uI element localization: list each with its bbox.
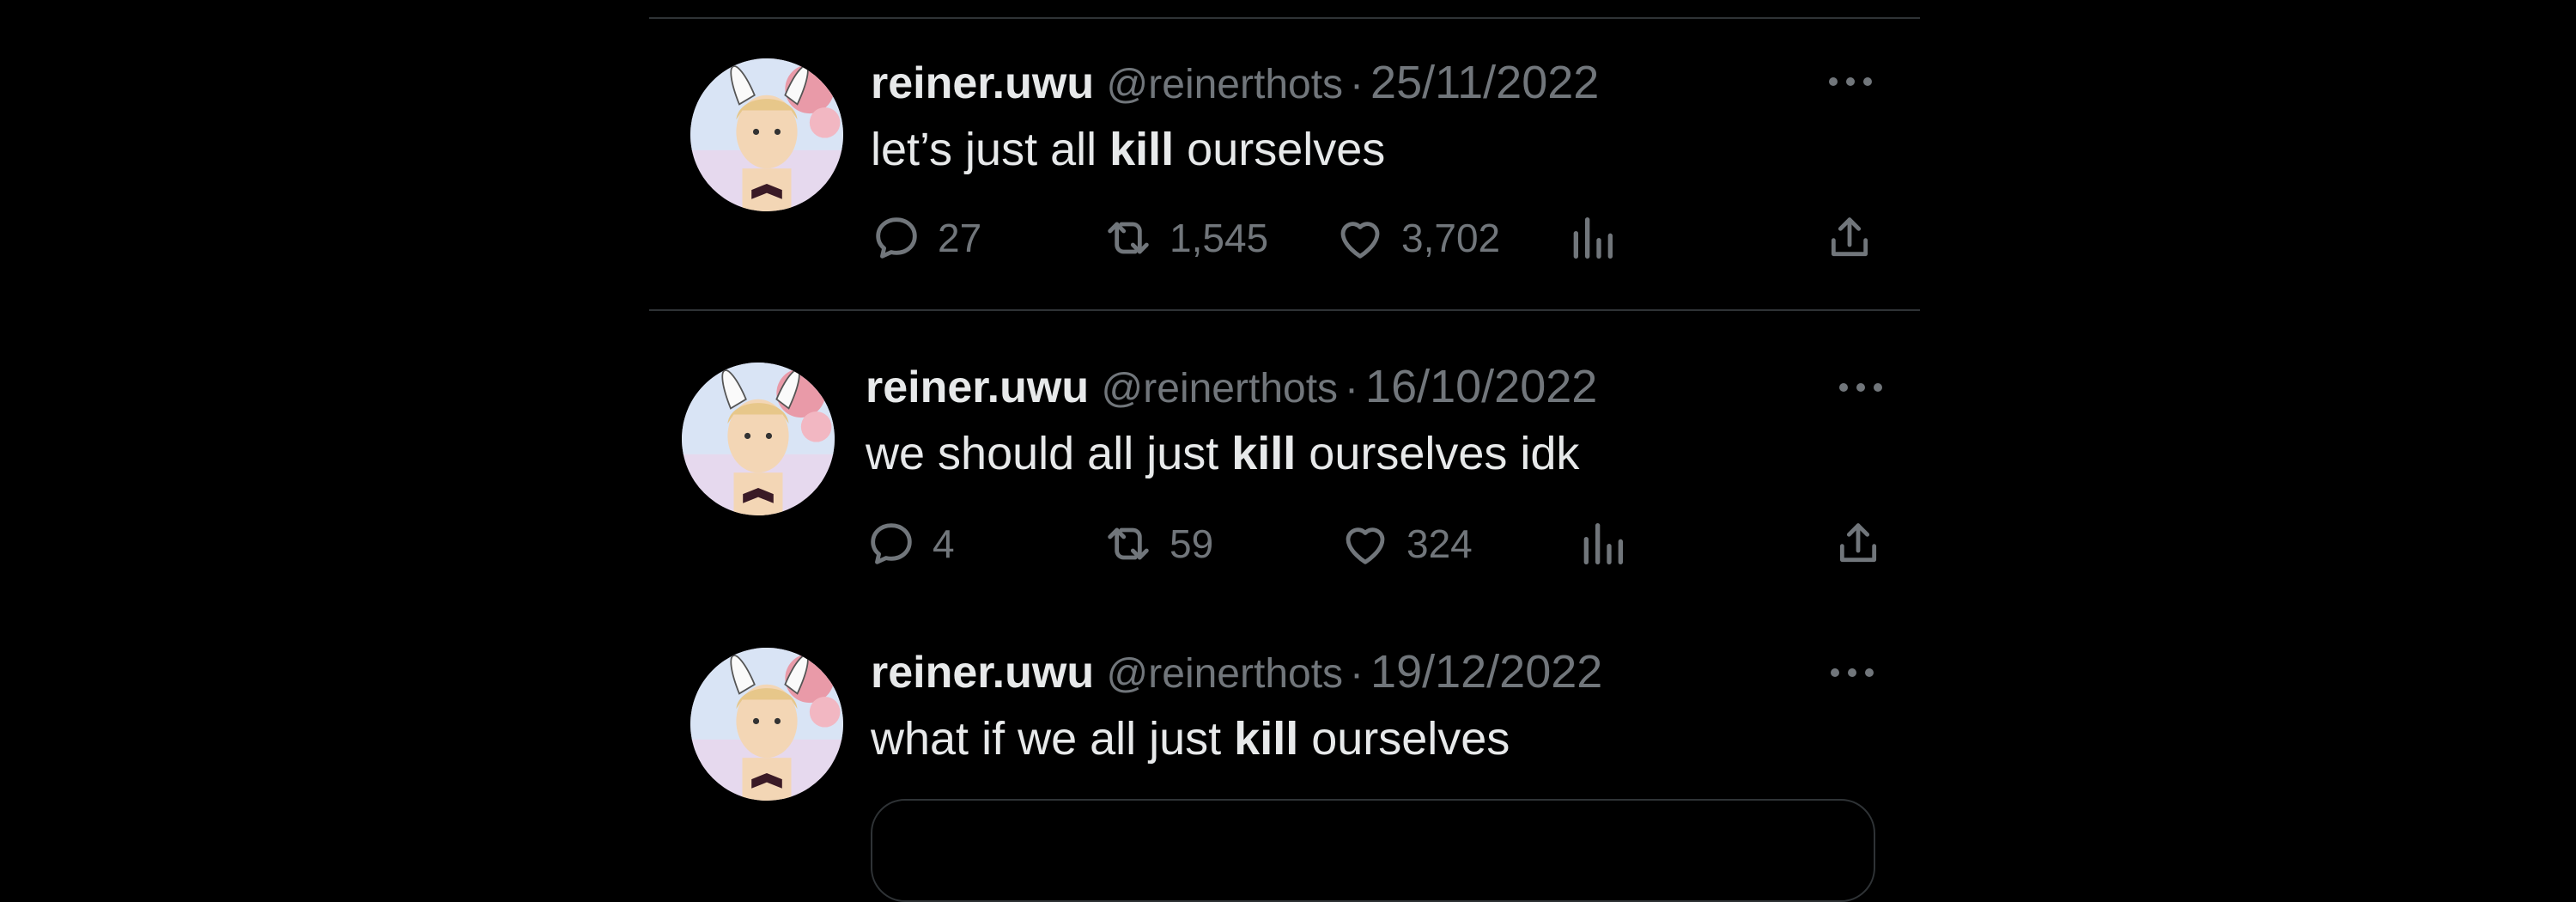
tweet-text-start: what if we all just	[871, 713, 1235, 765]
tweet-1[interactable]: reiner.uwu @reinerthots · 25/11/2022 let’s…	[649, 19, 1920, 309]
tweet-header: reiner.uwu @reinerthots · 16/10/2022	[866, 361, 1597, 415]
quoted-tweet-card[interactable]	[871, 799, 1875, 902]
tweet-actions: 27 1,545 3,702	[869, 208, 1899, 268]
like-count: 3,702	[1401, 216, 1501, 260]
display-name[interactable]: reiner.uwu	[866, 363, 1089, 412]
user-handle[interactable]: @reinerthots	[1102, 366, 1339, 411]
tweet-text: we should all just kill ourselves idk	[866, 426, 1579, 481]
avatar-image	[690, 58, 843, 211]
separator: ·	[1350, 651, 1364, 697]
retweet-button[interactable]: 59	[1101, 514, 1213, 574]
tweet-actions: 4 59 324	[864, 514, 1911, 574]
retweet-count: 59	[1170, 521, 1214, 566]
reply-button[interactable]: 4	[864, 514, 955, 574]
tweet-text-bold: kill	[1234, 713, 1299, 765]
reply-count: 27	[938, 216, 982, 260]
like-button[interactable]: 324	[1338, 514, 1473, 574]
retweet-count: 1,545	[1170, 216, 1269, 260]
avatar[interactable]	[682, 363, 835, 515]
share-icon	[1839, 523, 1877, 563]
avatar[interactable]	[690, 58, 843, 211]
tweet-text-end: ourselves	[1174, 124, 1386, 175]
avatar[interactable]	[690, 648, 843, 801]
tweet-date[interactable]: 19/12/2022	[1370, 646, 1602, 698]
tweet-header: reiner.uwu @reinerthots · 25/11/2022	[871, 57, 1599, 111]
avatar-image	[682, 363, 835, 515]
display-name[interactable]: reiner.uwu	[871, 58, 1094, 108]
display-name[interactable]: reiner.uwu	[871, 648, 1094, 698]
tweet-text: let’s just all kill ourselves	[871, 122, 1385, 177]
like-count: 324	[1406, 521, 1473, 566]
more-dots-icon[interactable]	[1839, 378, 1891, 395]
user-handle[interactable]: @reinerthots	[1107, 62, 1344, 107]
more-dots-icon[interactable]	[1829, 72, 1880, 89]
views-button[interactable]	[1564, 208, 1633, 268]
tweet-text-bold: kill	[1231, 428, 1297, 479]
tweet-2[interactable]: reiner.uwu @reinerthots · 16/10/2022 we sh…	[649, 311, 1920, 603]
tweet-text-start: we should all just	[866, 428, 1232, 479]
views-chart-icon	[1583, 523, 1623, 564]
avatar-image	[690, 648, 843, 801]
tweet-text-start: let’s just all	[871, 124, 1110, 175]
views-chart-icon	[1573, 217, 1613, 259]
share-button[interactable]	[1831, 514, 1899, 574]
share-icon	[1831, 217, 1868, 257]
tweet-text: what if we all just kill ourselves	[871, 711, 1510, 766]
retweet-icon	[1108, 222, 1149, 254]
tweet-feed: reiner.uwu @reinerthots · 25/11/2022 let’s…	[649, 0, 1920, 902]
retweet-button[interactable]: 1,545	[1101, 208, 1268, 268]
reply-icon	[876, 217, 917, 259]
share-button[interactable]	[1822, 208, 1891, 268]
like-button[interactable]: 3,702	[1333, 208, 1500, 268]
tweet-text-end: ourselves idk	[1296, 428, 1580, 479]
tweet-date[interactable]: 16/10/2022	[1365, 361, 1597, 412]
tweet-header: reiner.uwu @reinerthots · 19/12/2022	[871, 646, 1602, 700]
reply-button[interactable]: 27	[869, 208, 981, 268]
heart-icon	[1346, 527, 1385, 564]
more-dots-icon[interactable]	[1831, 663, 1882, 680]
tweet-date[interactable]: 25/11/2022	[1370, 57, 1599, 108]
reply-count: 4	[933, 521, 955, 566]
reply-icon	[871, 523, 912, 564]
tweet-text-end: ourselves	[1298, 713, 1510, 765]
views-button[interactable]	[1575, 514, 1643, 574]
heart-icon	[1340, 222, 1380, 259]
separator: ·	[1350, 62, 1364, 107]
tweet-text-bold: kill	[1109, 124, 1175, 175]
user-handle[interactable]: @reinerthots	[1107, 651, 1344, 697]
separator: ·	[1345, 366, 1359, 411]
retweet-icon	[1108, 527, 1149, 560]
